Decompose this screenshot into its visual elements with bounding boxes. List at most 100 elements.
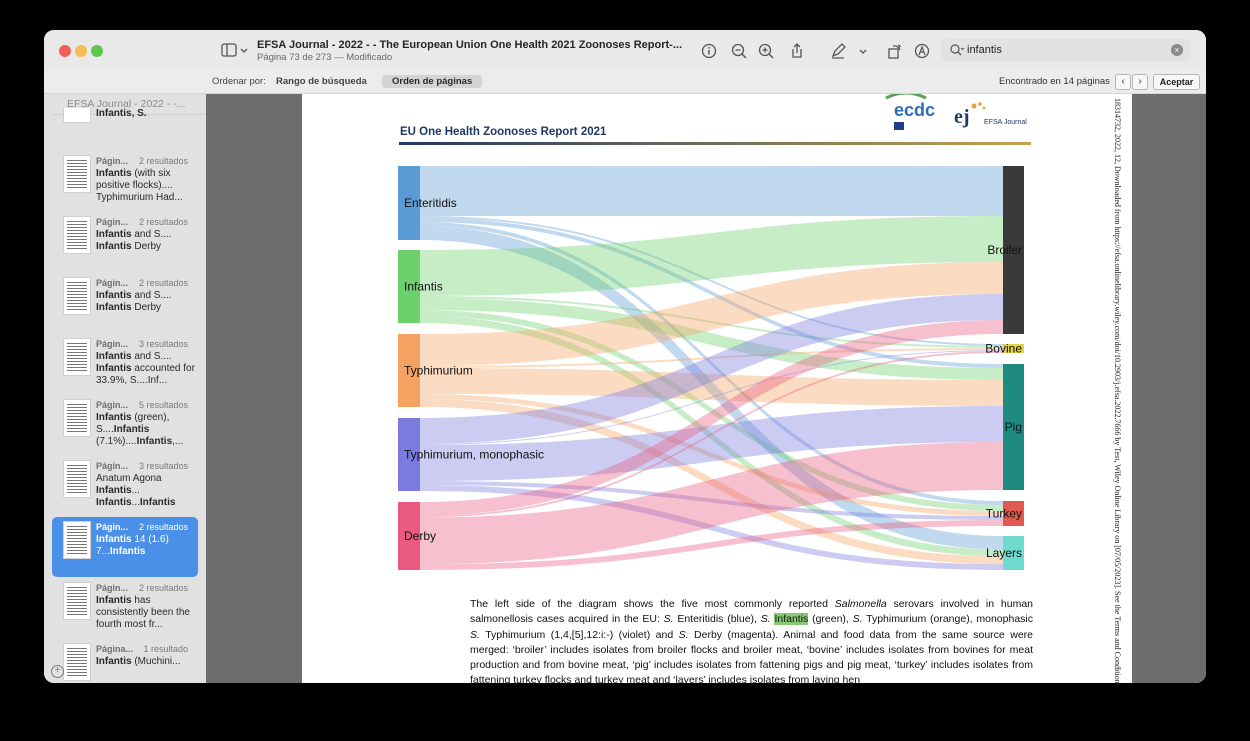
result-page-label: Págin... bbox=[96, 400, 129, 410]
search-input[interactable] bbox=[967, 42, 1157, 57]
pen-icon bbox=[831, 43, 846, 59]
caption-text-italic: Salmonella bbox=[834, 598, 887, 610]
result-thumbnail bbox=[63, 155, 91, 193]
previous-result-button[interactable]: ‹ bbox=[1115, 74, 1131, 90]
sidebar-toggle-button[interactable] bbox=[220, 42, 250, 60]
result-thumbnail bbox=[63, 643, 91, 681]
accessibility-button[interactable] bbox=[912, 41, 932, 61]
result-thumbnail bbox=[63, 399, 91, 437]
search-result-item[interactable]: Págin... 5 resultados Infantis (green), S.… bbox=[52, 395, 198, 455]
search-result-item[interactable]: Págin... 3 resultados Anatum Agona Infanti… bbox=[52, 456, 198, 516]
title-bar: EFSA Journal - 2022 - - The European Uni… bbox=[44, 30, 1206, 70]
sort-by-label: Ordenar por: bbox=[212, 76, 266, 87]
found-count-text: Encontrado en 14 páginas bbox=[999, 76, 1110, 87]
result-snippet: Infantis (with six positive flocks).... … bbox=[96, 168, 183, 203]
result-page-label: Págin... bbox=[96, 522, 129, 532]
search-result-item[interactable]: Págin... 2 resultados Infantis 14 (1.6) 7.… bbox=[52, 517, 198, 577]
caption-text: Typhimurium (1,4,[5],12:i:-) (violet) an… bbox=[479, 628, 679, 641]
result-count: 2 resultados bbox=[138, 583, 188, 593]
zoom-window-button[interactable] bbox=[91, 45, 103, 57]
caption-text: (green), bbox=[808, 613, 853, 626]
result-page-label: Págin... bbox=[96, 339, 129, 349]
result-page-label: Págin... bbox=[96, 583, 129, 593]
search-result-item[interactable]: Págin... 2 resultados Infantis (with six p… bbox=[52, 151, 198, 211]
result-thumbnail bbox=[63, 582, 91, 620]
result-snippet: Infantis has consistently been the fourt… bbox=[96, 595, 190, 630]
title-rule bbox=[399, 142, 1031, 145]
side-note-text: 18314732, 2022, 12, Downloaded from http… bbox=[1113, 98, 1122, 683]
sankey-links bbox=[420, 166, 1003, 570]
search-result-item[interactable]: Página... 1 resultado Infantis (Muchini... bbox=[52, 639, 198, 683]
caption-text-italic: S. bbox=[852, 613, 863, 626]
figure-caption: The left side of the diagram shows the f… bbox=[470, 597, 1033, 683]
result-count: 5 resultados bbox=[138, 400, 188, 410]
result-page-label: Págin... bbox=[96, 461, 129, 471]
search-results-sidebar: EFSA Journal - 2022 - -... Infantis, S. … bbox=[44, 94, 206, 683]
rotate-icon bbox=[888, 44, 901, 59]
sankey-target-label: Pig bbox=[1005, 420, 1022, 434]
sankey-source-label: Typhimurium bbox=[404, 364, 473, 378]
caption-text: Typhimurium (orange), monophasic bbox=[862, 613, 1033, 626]
efsa-journal-text: EFSA Journal bbox=[984, 119, 1027, 126]
result-count: 2 resultados bbox=[138, 522, 188, 532]
result-snippet: Infantis, S. bbox=[96, 108, 147, 119]
sort-by-page-order-button[interactable]: Orden de páginas bbox=[382, 75, 483, 88]
minimize-window-button[interactable] bbox=[75, 45, 87, 57]
sankey-target-label: Bovine bbox=[985, 342, 1022, 356]
ej-logo-text: ej bbox=[954, 106, 970, 128]
result-page-label: Págin... bbox=[96, 156, 129, 166]
rotate-button[interactable] bbox=[884, 41, 904, 61]
result-snippet: Infantis and S.... Infantis Derby bbox=[96, 290, 172, 313]
zoom-in-button[interactable] bbox=[756, 41, 776, 61]
result-count: 2 resultados bbox=[138, 156, 188, 166]
document-viewer[interactable]: ecdc ej EFSA Journal EU One Health Zoono… bbox=[206, 94, 1206, 683]
sankey-target-label: Turkey bbox=[986, 507, 1022, 521]
document-title: EFSA Journal - 2022 - - The European Uni… bbox=[257, 39, 682, 51]
sort-by-search-rank-button[interactable]: Rango de búsqueda bbox=[268, 75, 375, 88]
sankey-target-label: Layers bbox=[986, 546, 1022, 560]
markup-button[interactable] bbox=[828, 41, 848, 61]
search-field[interactable]: × bbox=[941, 39, 1191, 61]
info-button[interactable] bbox=[699, 41, 719, 61]
ecdc-logo-text: ecdc bbox=[894, 100, 936, 120]
zoom-in-icon bbox=[758, 43, 774, 59]
result-count: 2 resultados bbox=[138, 278, 188, 288]
sankey-source-label: Derby bbox=[404, 529, 436, 543]
result-thumbnail bbox=[63, 521, 91, 559]
clear-search-button[interactable]: × bbox=[1171, 44, 1183, 56]
caption-text: The left side of the diagram shows the f… bbox=[470, 598, 835, 610]
search-result-item[interactable]: Págin... 3 resultados Infantis and S.... I… bbox=[52, 334, 198, 394]
circled-a-icon bbox=[914, 43, 930, 59]
preview-window: EFSA Journal - 2022 - - The European Uni… bbox=[44, 30, 1206, 683]
efsa-logo-dots bbox=[971, 102, 986, 110]
close-window-button[interactable] bbox=[59, 45, 71, 57]
result-snippet: Infantis 14 (1.6) 7...Infantis bbox=[96, 534, 169, 557]
sidebar-icon bbox=[221, 43, 248, 57]
search-result-item[interactable]: Págin... 2 resultados Infantis has consist… bbox=[52, 578, 198, 638]
result-page-label: Págin... bbox=[96, 278, 129, 288]
share-icon bbox=[792, 43, 802, 58]
search-highlight: Infantis bbox=[774, 613, 809, 626]
result-snippet: Infantis (green), S....Infantis (7.1%)..… bbox=[96, 412, 184, 447]
caption-text-italic: S. bbox=[470, 628, 480, 641]
chevron-down-icon bbox=[859, 49, 867, 54]
markup-menu-button[interactable] bbox=[856, 41, 870, 61]
result-page-label: Págin... bbox=[96, 217, 129, 227]
search-result-item[interactable]: Págin... 2 resultados Infantis and S.... I… bbox=[52, 212, 198, 272]
sankey-source-label: Infantis bbox=[404, 280, 443, 294]
next-result-button[interactable]: › bbox=[1132, 74, 1148, 90]
result-count: 1 resultado bbox=[143, 644, 188, 654]
info-icon bbox=[701, 43, 717, 59]
search-result-item[interactable]: Págin... 2 resultados Infantis and S.... I… bbox=[52, 273, 198, 333]
result-snippet: Infantis and S.... Infantis Derby bbox=[96, 229, 172, 252]
share-button[interactable] bbox=[787, 41, 807, 61]
pdf-page: ecdc ej EFSA Journal EU One Health Zoono… bbox=[302, 94, 1132, 683]
result-count: 2 resultados bbox=[138, 217, 188, 227]
zoom-out-button[interactable] bbox=[729, 41, 749, 61]
download-side-note: 18314732, 2022, 12, Downloaded from http… bbox=[1113, 98, 1122, 683]
accept-button[interactable]: Aceptar bbox=[1153, 74, 1200, 90]
zoom-out-icon bbox=[731, 43, 747, 59]
sankey-chart: Enteritidis Infantis Typhimurium Typhimuriu… bbox=[398, 166, 1024, 570]
add-button[interactable]: + bbox=[51, 665, 64, 678]
result-snippet: Anatum Agona Infantis... Infantis...Infa… bbox=[96, 473, 176, 508]
